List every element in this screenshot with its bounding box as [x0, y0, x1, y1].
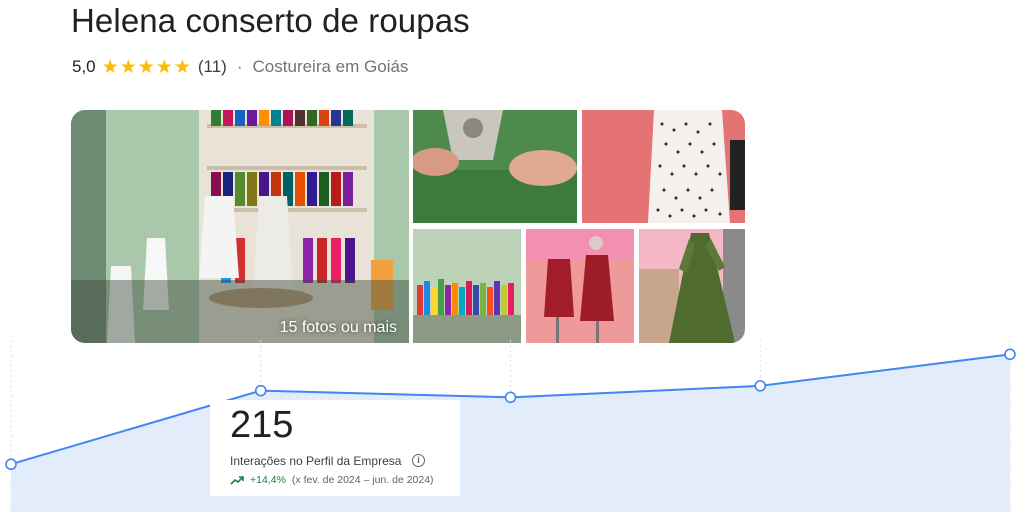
star-icon: ★ — [173, 55, 191, 78]
more-photos-label: 15 fotos ou mais — [279, 319, 397, 336]
interactions-chart — [5, 340, 1016, 512]
polka-dot-dress-photo[interactable] — [582, 110, 745, 223]
star-icon: ★ — [137, 55, 155, 78]
rating-row: 5,0 ★ ★ ★ ★ ★ (11) · Costureira em Goiás — [72, 56, 408, 78]
business-name: Helena conserto de roupas — [71, 2, 470, 39]
review-count-link[interactable]: (11) — [198, 57, 227, 77]
star-icon: ★ — [155, 55, 173, 78]
chart-point[interactable] — [254, 384, 267, 397]
interactions-label: Interações no Perfil da Empresa — [230, 454, 402, 468]
chart-point[interactable] — [504, 391, 517, 404]
red-dress-mannequins-image — [526, 229, 634, 343]
chart-area — [11, 354, 1010, 512]
rating-stars: ★ ★ ★ ★ ★ — [101, 55, 192, 78]
polka-dot-dress-image — [582, 110, 745, 223]
trending-up-icon — [230, 476, 244, 485]
chart-point[interactable] — [754, 380, 767, 392]
trend-percent: +14,4% — [250, 474, 286, 486]
metric-card: 215 Interações no Perfil da Empresa i +1… — [210, 400, 460, 496]
red-dress-mannequins-photo[interactable] — [526, 229, 634, 343]
business-category[interactable]: Costureira em Goiás — [253, 57, 409, 77]
star-icon: ★ — [119, 55, 137, 78]
rating-score: 5,0 — [72, 57, 96, 76]
chart-point[interactable] — [1004, 348, 1016, 361]
trend-row: +14,4% (x fev. de 2024 – jun. de 2024) — [230, 474, 434, 486]
sewing-room-thread-photo[interactable]: 15 fotos ou mais — [71, 110, 409, 343]
star-icon: ★ — [101, 55, 119, 78]
interactions-value: 215 — [230, 404, 294, 446]
green-dress-photo[interactable] — [639, 229, 745, 343]
sewing-machine-photo[interactable] — [413, 110, 577, 223]
chart-point[interactable] — [5, 458, 17, 471]
green-dress-image — [639, 229, 745, 343]
sewing-room-thread-image — [71, 110, 409, 343]
info-icon[interactable]: i — [412, 454, 425, 467]
thread-shelf-photo[interactable] — [413, 229, 521, 343]
trend-period: (x fev. de 2024 – jun. de 2024) — [291, 474, 434, 486]
sewing-machine-image — [413, 110, 577, 223]
separator-dot: · — [236, 57, 243, 76]
thread-shelf-image — [413, 229, 521, 343]
